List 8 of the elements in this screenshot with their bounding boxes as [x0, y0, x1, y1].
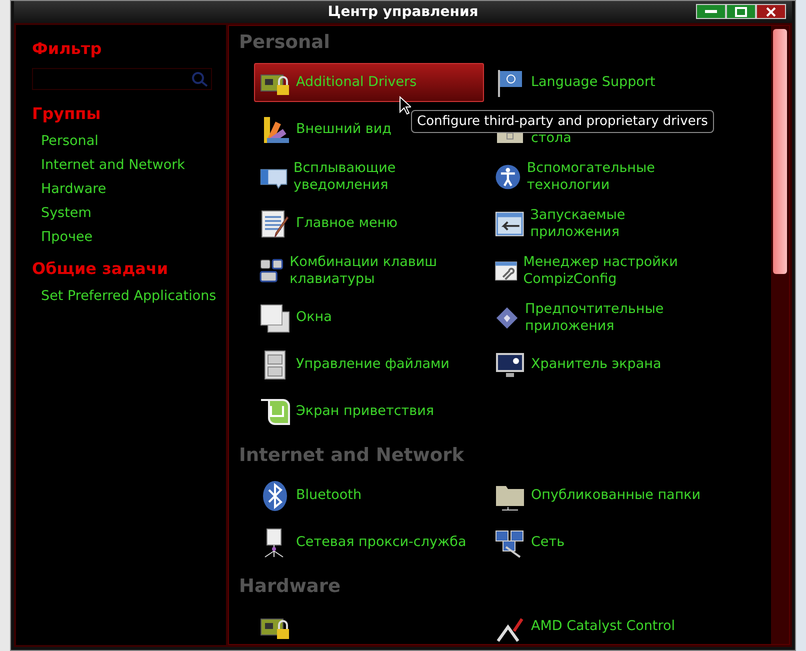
sidebar-heading: Фильтр: [32, 39, 103, 58]
section-heading: Personal: [239, 32, 331, 53]
sidebar-heading: Группы: [32, 104, 102, 123]
section-heading: Internet and Network: [239, 445, 466, 466]
window-title: Центр управления: [328, 4, 478, 20]
sidebar-heading: Общие задачи: [32, 259, 170, 278]
section-heading: Hardware: [239, 576, 342, 597]
tooltip: Configure third-party and proprietary drivers: [411, 110, 714, 133]
